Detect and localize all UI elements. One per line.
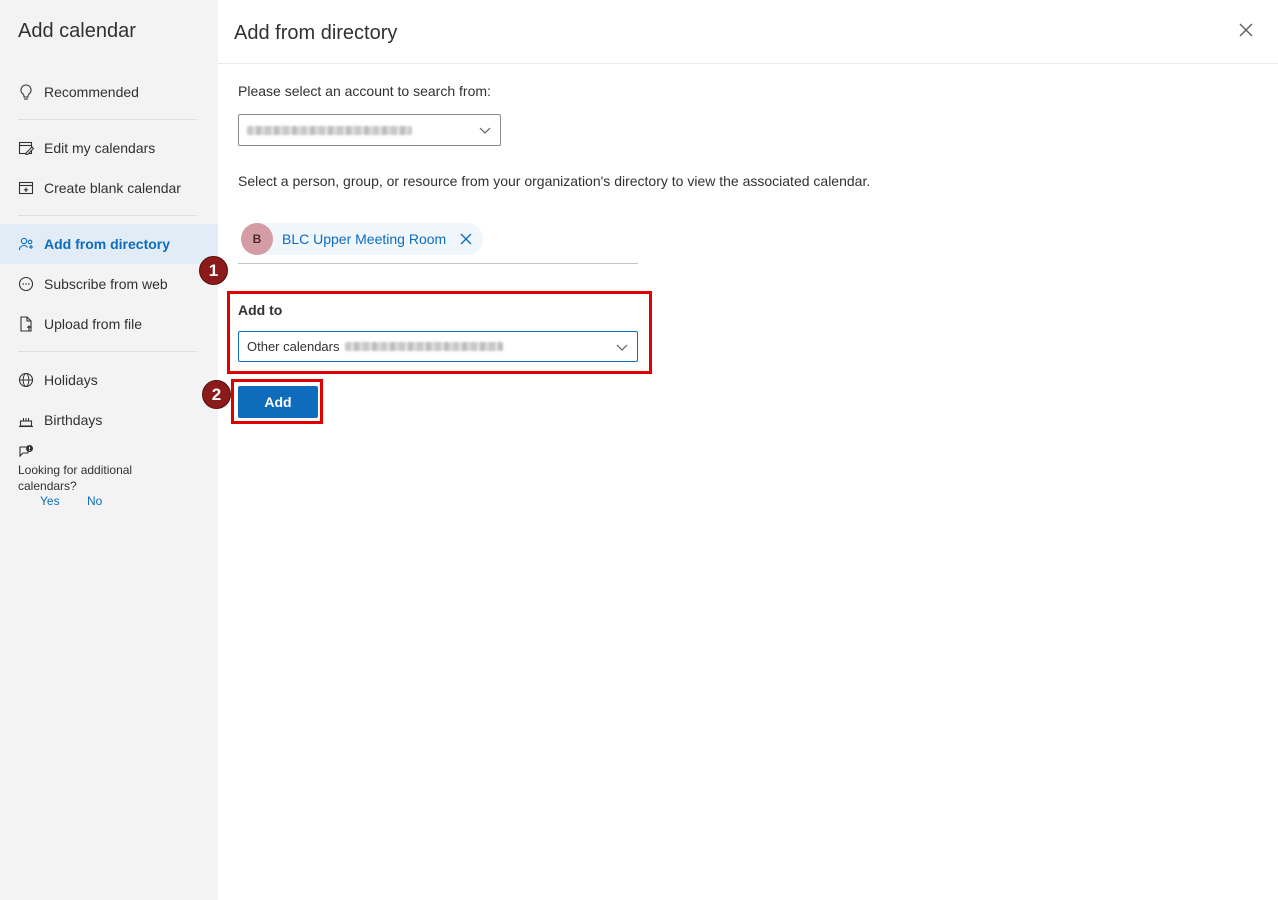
selected-person-chip[interactable]: B BLC Upper Meeting Room: [241, 223, 483, 255]
sidebar-item-subscribe-from-web[interactable]: Subscribe from web: [0, 264, 218, 304]
sidebar-divider: [18, 351, 197, 352]
header-divider: [218, 63, 1278, 64]
sidebar-item-edit-my-calendars[interactable]: Edit my calendars: [0, 128, 218, 168]
sidebar-divider: [18, 119, 197, 120]
lightbulb-icon: [18, 84, 34, 100]
people-search-icon: [18, 236, 34, 252]
account-dropdown[interactable]: [238, 114, 501, 146]
add-to-value: Other calendars: [247, 339, 340, 354]
add-to-dropdown[interactable]: Other calendars: [238, 331, 638, 362]
sidebar-item-label: Create blank calendar: [44, 180, 181, 196]
sidebar-item-label: Holidays: [44, 372, 98, 388]
sidebar-item-label: Birthdays: [44, 412, 103, 428]
sidebar-item-label: Recommended: [44, 84, 139, 100]
step-badge-2: 2: [202, 380, 231, 409]
selected-person-name: BLC Upper Meeting Room: [282, 231, 447, 247]
feedback-no-link[interactable]: No: [87, 494, 102, 508]
sidebar-item-label: Upload from file: [44, 316, 143, 332]
sidebar-item-label: Add from directory: [44, 236, 171, 252]
sidebar-item-label: Edit my calendars: [44, 140, 156, 156]
sidebar-item-holidays[interactable]: Holidays: [0, 360, 218, 400]
add-button[interactable]: Add: [238, 386, 318, 418]
avatar: B: [241, 223, 273, 255]
chevron-down-icon: [615, 340, 629, 354]
close-icon: [1239, 23, 1253, 42]
sidebar-item-upload-from-file[interactable]: Upload from file: [0, 304, 218, 344]
sidebar-divider: [18, 215, 197, 216]
calendar-add-icon: [18, 180, 34, 196]
redacted-account-value: [247, 125, 412, 135]
sidebar-item-create-blank-calendar[interactable]: Create blank calendar: [0, 168, 218, 208]
close-button[interactable]: [1236, 22, 1256, 42]
add-to-label: Add to: [238, 302, 283, 318]
directory-help-text: Select a person, group, or resource from…: [238, 173, 871, 189]
feedback-question: Looking for additional calendars?: [18, 463, 133, 493]
globe-icon: [18, 372, 34, 388]
edit-calendar-icon: [18, 140, 34, 156]
feedback-yes-link[interactable]: Yes: [40, 494, 60, 508]
globe-link-icon: [18, 276, 34, 292]
sidebar-item-label: Subscribe from web: [44, 276, 168, 292]
sidebar-item-recommended[interactable]: Recommended: [0, 72, 218, 112]
remove-person-icon[interactable]: [459, 232, 473, 246]
sidebar-item-add-from-directory[interactable]: Add from directory: [0, 224, 218, 264]
account-label: Please select an account to search from:: [238, 83, 491, 99]
main-panel: Add from directory Please select an acco…: [199, 0, 1278, 900]
cake-icon: [18, 412, 34, 428]
people-picker-underline: [238, 263, 638, 264]
document-upload-icon: [18, 316, 34, 332]
sidebar-title: Add calendar: [18, 20, 136, 42]
chevron-down-icon: [478, 123, 492, 137]
feedback-icon: [18, 444, 34, 460]
page-title: Add from directory: [234, 22, 398, 44]
sidebar: Add calendar Recommended Edit my calenda…: [0, 0, 218, 900]
step-badge-1: 1: [199, 256, 228, 285]
sidebar-item-birthdays[interactable]: Birthdays: [0, 400, 218, 440]
redacted-calendar-owner: [344, 342, 503, 351]
